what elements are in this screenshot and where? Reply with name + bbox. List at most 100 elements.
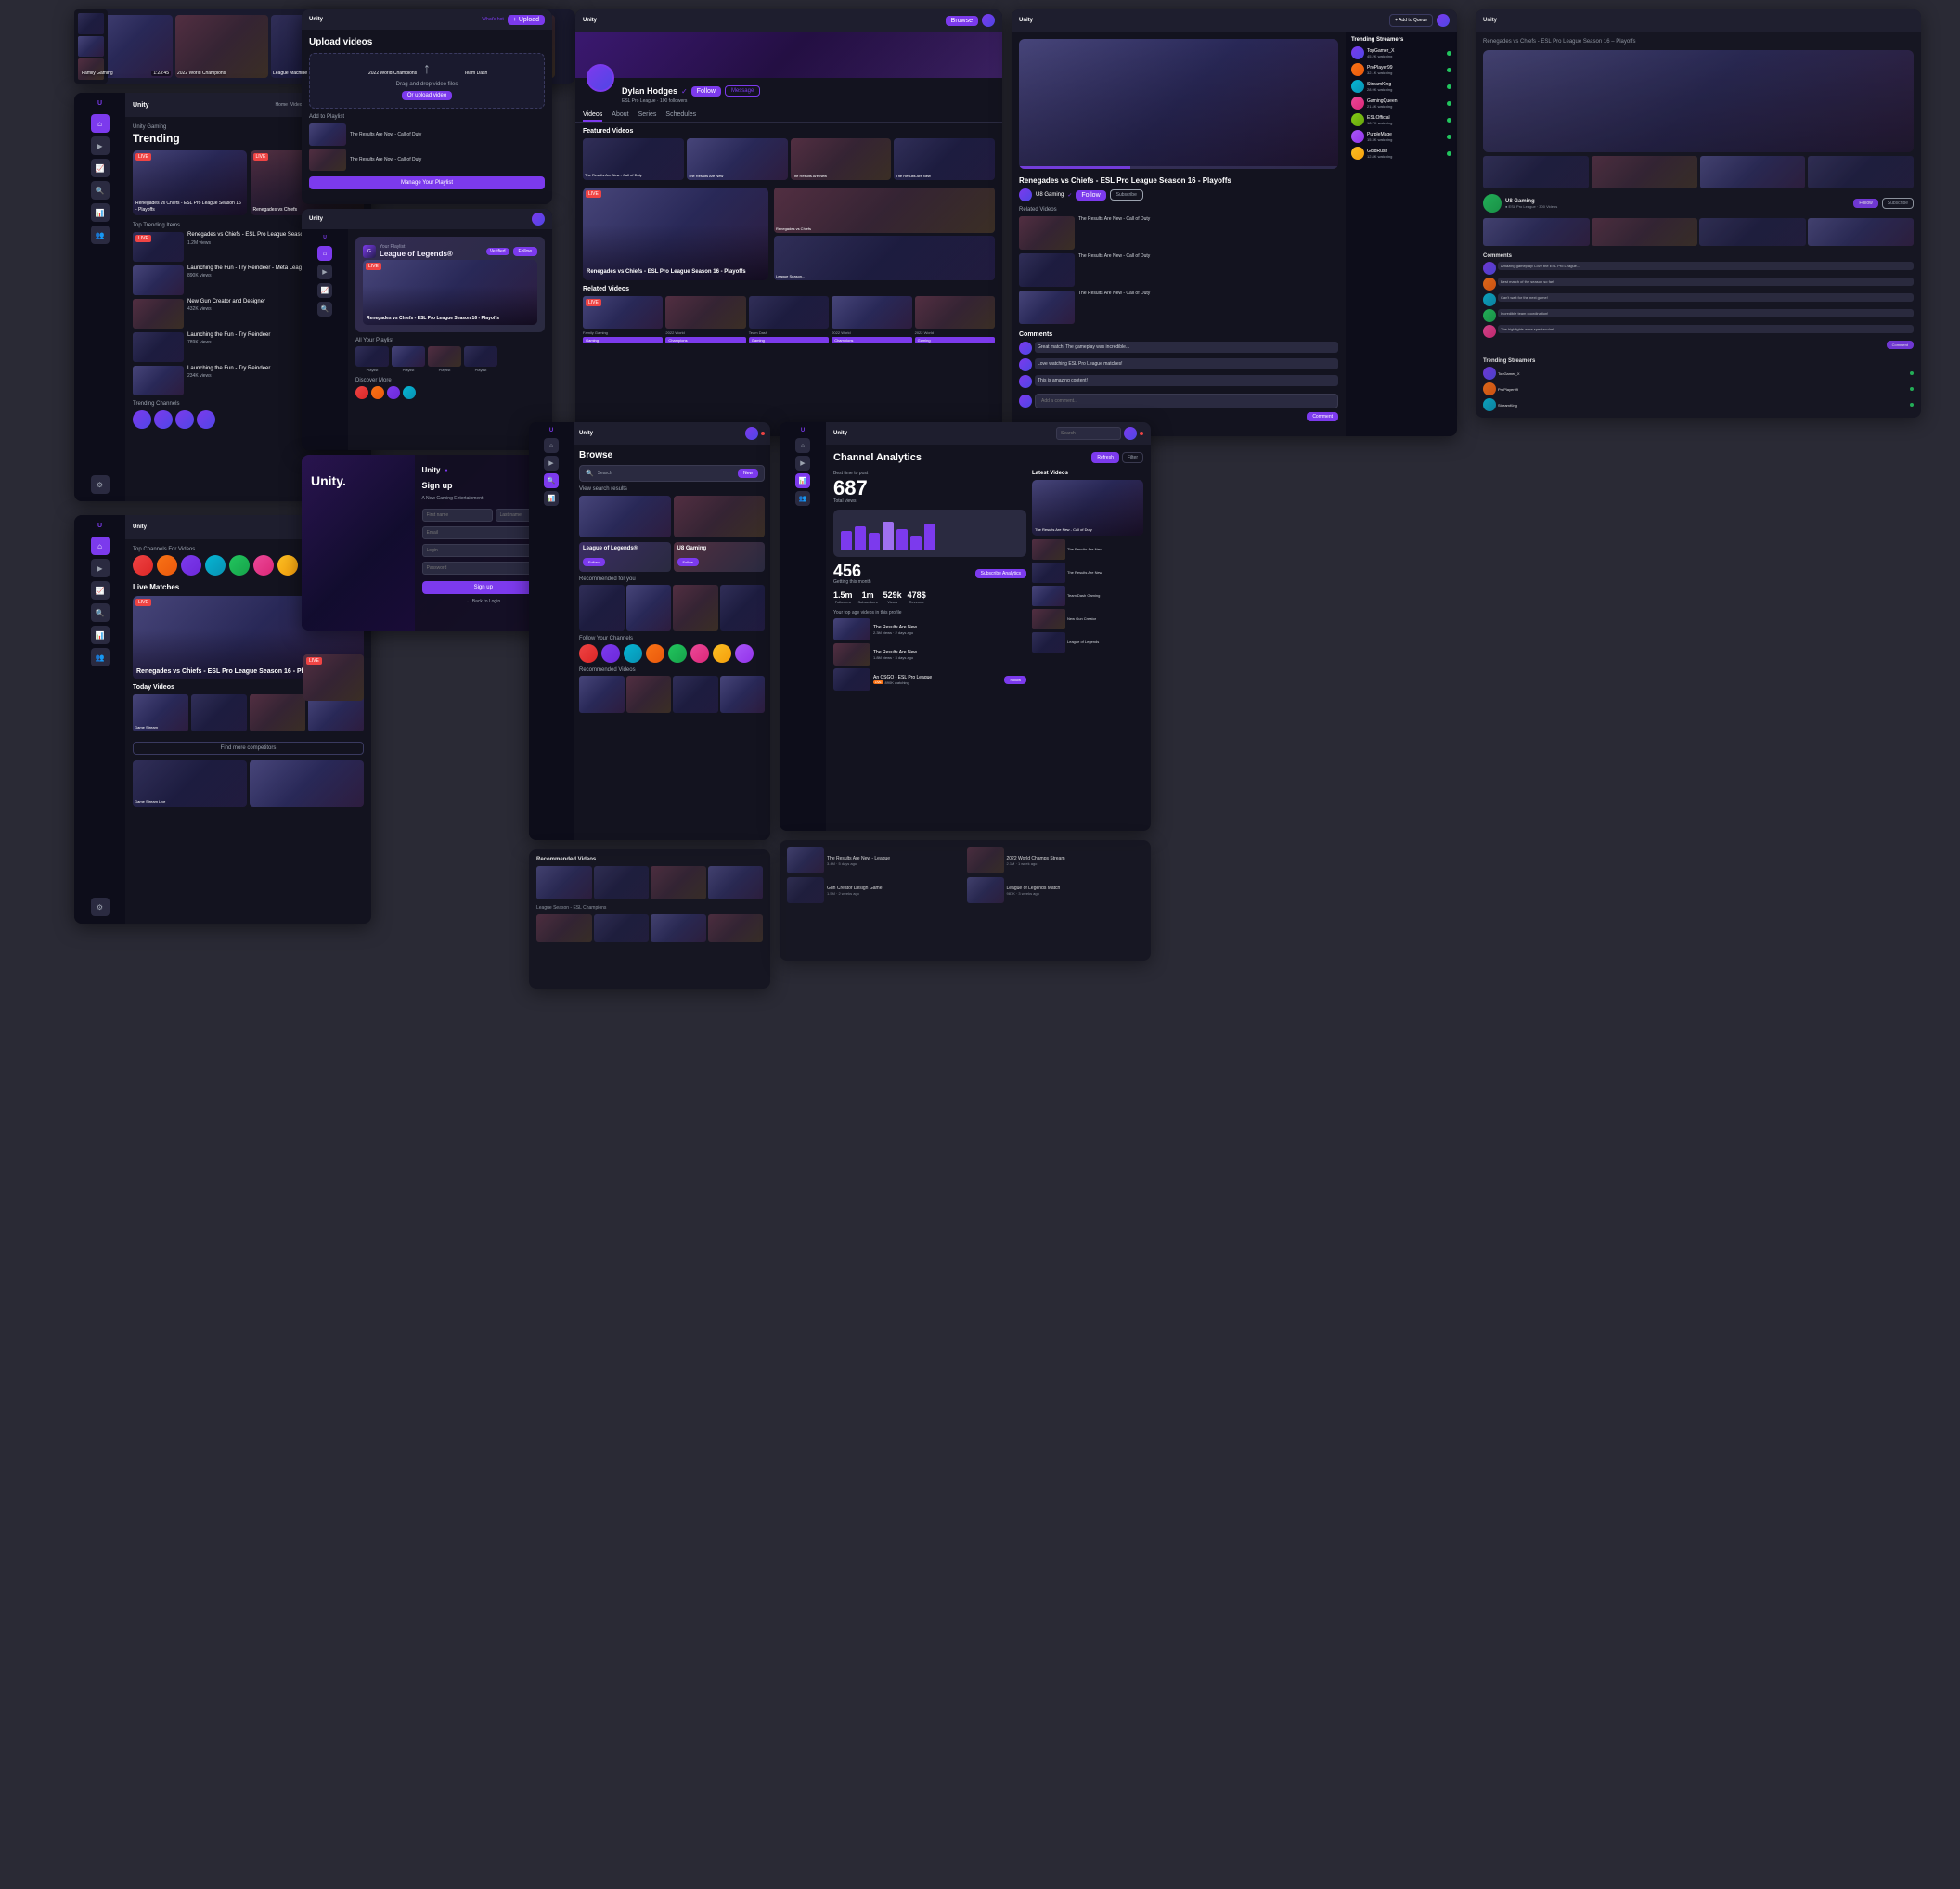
streamer-4[interactable]: GamingQueen 21.4K watching [1351,97,1451,110]
related-3[interactable] [749,296,829,329]
live-mini-card[interactable]: LIVE [303,654,364,701]
ex-str-2[interactable]: ProPlayer99 [1483,382,1914,395]
home-bottom-2[interactable] [250,760,364,807]
related-1[interactable]: LIVE [583,296,663,329]
follow-ch-5[interactable] [668,644,687,663]
featured-video-2[interactable]: The Results Are New [687,138,788,180]
sidebar-subscribers-icon[interactable]: 👥 [91,226,110,244]
br-ext-2[interactable] [594,866,650,899]
email-input[interactable] [422,526,546,539]
latest-vid-5[interactable]: League of Legends [1032,632,1143,653]
channel-av-1[interactable] [133,410,151,429]
pl-sidebar-browse[interactable]: 🔍 [317,302,332,317]
sidebar-settings-icon[interactable]: ⚙ [91,475,110,494]
latest-vid-1[interactable]: The Results Are New [1032,539,1143,560]
upload-btn-top[interactable]: + Upload [508,15,545,25]
ex-subscribe-btn[interactable]: Subscribe [1882,198,1914,209]
related-vid-1[interactable]: The Results Are New - Call of Duty [1019,216,1338,250]
discover-2[interactable] [371,386,384,399]
ex-follow-btn[interactable]: Follow [1853,199,1877,208]
streamer-2[interactable]: ProPlayer99 32.1K watching [1351,63,1451,76]
rec-1[interactable] [579,585,625,631]
ex-vid-2[interactable] [1592,218,1698,246]
rec-4[interactable] [720,585,766,631]
tab-schedules[interactable]: Schedules [665,111,696,122]
browse-search-bar[interactable]: 🔍 Search New [579,465,765,482]
featured-sec-1[interactable]: Renegades vs Chiefs [774,188,995,233]
search-result-2[interactable] [674,496,766,537]
comment-input-area[interactable] [1019,394,1338,408]
top-ch-5[interactable] [229,555,250,576]
follow-ch-2[interactable] [601,644,620,663]
top-ch-6[interactable] [253,555,274,576]
hc-sidebar-settings[interactable]: ⚙ [91,898,110,916]
tab-series[interactable]: Series [638,111,657,122]
extra-main-vid[interactable] [1483,50,1914,152]
featured-video-4[interactable]: The Results Are New [894,138,995,180]
pl-sidebar-home[interactable]: ⌂ [317,246,332,261]
pl-item-3[interactable]: Playlist [428,346,461,372]
top-ch-4[interactable] [205,555,226,576]
tab-videos[interactable]: Videos [583,111,602,122]
ex-sm-3[interactable] [1700,156,1806,188]
br-ext-4[interactable] [708,866,764,899]
comment-input[interactable] [1035,394,1338,408]
follow-ch-1[interactable] [579,644,598,663]
an-ext-2[interactable]: 2022 World Champs Stream 2.1M · 1 week a… [967,847,1144,873]
sidebar-analytics-icon[interactable]: 📊 [91,203,110,222]
an-vid-row-1[interactable]: The Results Are New 2.3M views · 2 days … [833,618,1026,640]
ex-vid-3[interactable] [1699,218,1806,246]
ex-sm-4[interactable] [1808,156,1914,188]
related-5[interactable] [915,296,995,329]
upload-recent-1[interactable]: The Results Are Now - Call of Duty [309,123,545,146]
rec-vid-1[interactable] [579,676,625,713]
an-ext-1[interactable]: The Results Are New - League 3.4M · 5 da… [787,847,964,873]
featured-video-3[interactable]: The Results Are New [791,138,892,180]
pl-item-4[interactable]: Playlist [464,346,497,372]
br-ext-5[interactable] [536,914,592,942]
follow-ch-4[interactable] [646,644,664,663]
refresh-btn[interactable]: Refresh [1091,452,1119,463]
br-sidebar-analytics[interactable]: 📊 [544,491,559,506]
streamer-1[interactable]: TopGamer_X 45.2K watching [1351,46,1451,59]
discover-4[interactable] [403,386,416,399]
featured-sec-2[interactable]: League Season... [774,236,995,281]
top-ch-7[interactable] [277,555,298,576]
rec-3[interactable] [673,585,718,631]
rec-2[interactable] [626,585,672,631]
an-vid-row-3[interactable]: An CSGO - ESL Pro League LIVE 890K watch… [833,668,1026,691]
follow-ch-6[interactable] [690,644,709,663]
add-to-queue-btn[interactable]: + Add to Queue [1389,14,1433,27]
latest-vid-4[interactable]: New Gun Creator [1032,609,1143,629]
channel-av-4[interactable] [197,410,215,429]
an-vid-row-2[interactable]: The Results Are New 1.8M views · 3 days … [833,643,1026,666]
follow-channel-btn[interactable]: Follow [691,86,721,97]
br-sidebar-browse[interactable]: 🔍 [544,473,559,488]
hc-sidebar-subs[interactable]: 👥 [91,648,110,666]
an-video-follow-btn[interactable]: Follow [1004,676,1026,684]
br-ext-7[interactable] [651,914,706,942]
an-ext-4[interactable]: League of Legends Match 987K · 3 weeks a… [967,877,1144,903]
subscribe-analytics-btn[interactable]: Subscribe Analytics [975,569,1026,578]
streamer-6[interactable]: PurpleMage 15.3K watching [1351,130,1451,143]
an-sidebar-subs[interactable]: 👥 [795,491,810,506]
find-more-btn[interactable]: Find more competitors [133,742,364,755]
login-input[interactable] [422,544,546,557]
upload-recent-2[interactable]: The Results Are Now - Call of Duty [309,149,545,171]
rec-vid-4[interactable] [720,676,766,713]
hc-sidebar-video[interactable]: ▶ [91,559,110,577]
search-result-1[interactable] [579,496,671,537]
tab-about[interactable]: About [612,111,628,122]
analytics-search[interactable] [1056,427,1121,440]
lol-follow-btn[interactable]: Follow [583,558,605,566]
subscribe-watch-btn[interactable]: Subscribe [1110,189,1143,201]
top-ch-3[interactable] [181,555,201,576]
sidebar-trending-icon[interactable]: 📈 [91,159,110,177]
u8-follow-btn[interactable]: Follow [677,558,700,566]
related-vid-2[interactable]: The Results Are New - Call of Duty [1019,253,1338,287]
hc-sidebar-analytics[interactable]: 📊 [91,626,110,644]
ex-comment-btn[interactable]: Comment [1887,341,1914,349]
top-ch-2[interactable] [157,555,177,576]
related-2[interactable] [665,296,745,329]
br-ext-6[interactable] [594,914,650,942]
